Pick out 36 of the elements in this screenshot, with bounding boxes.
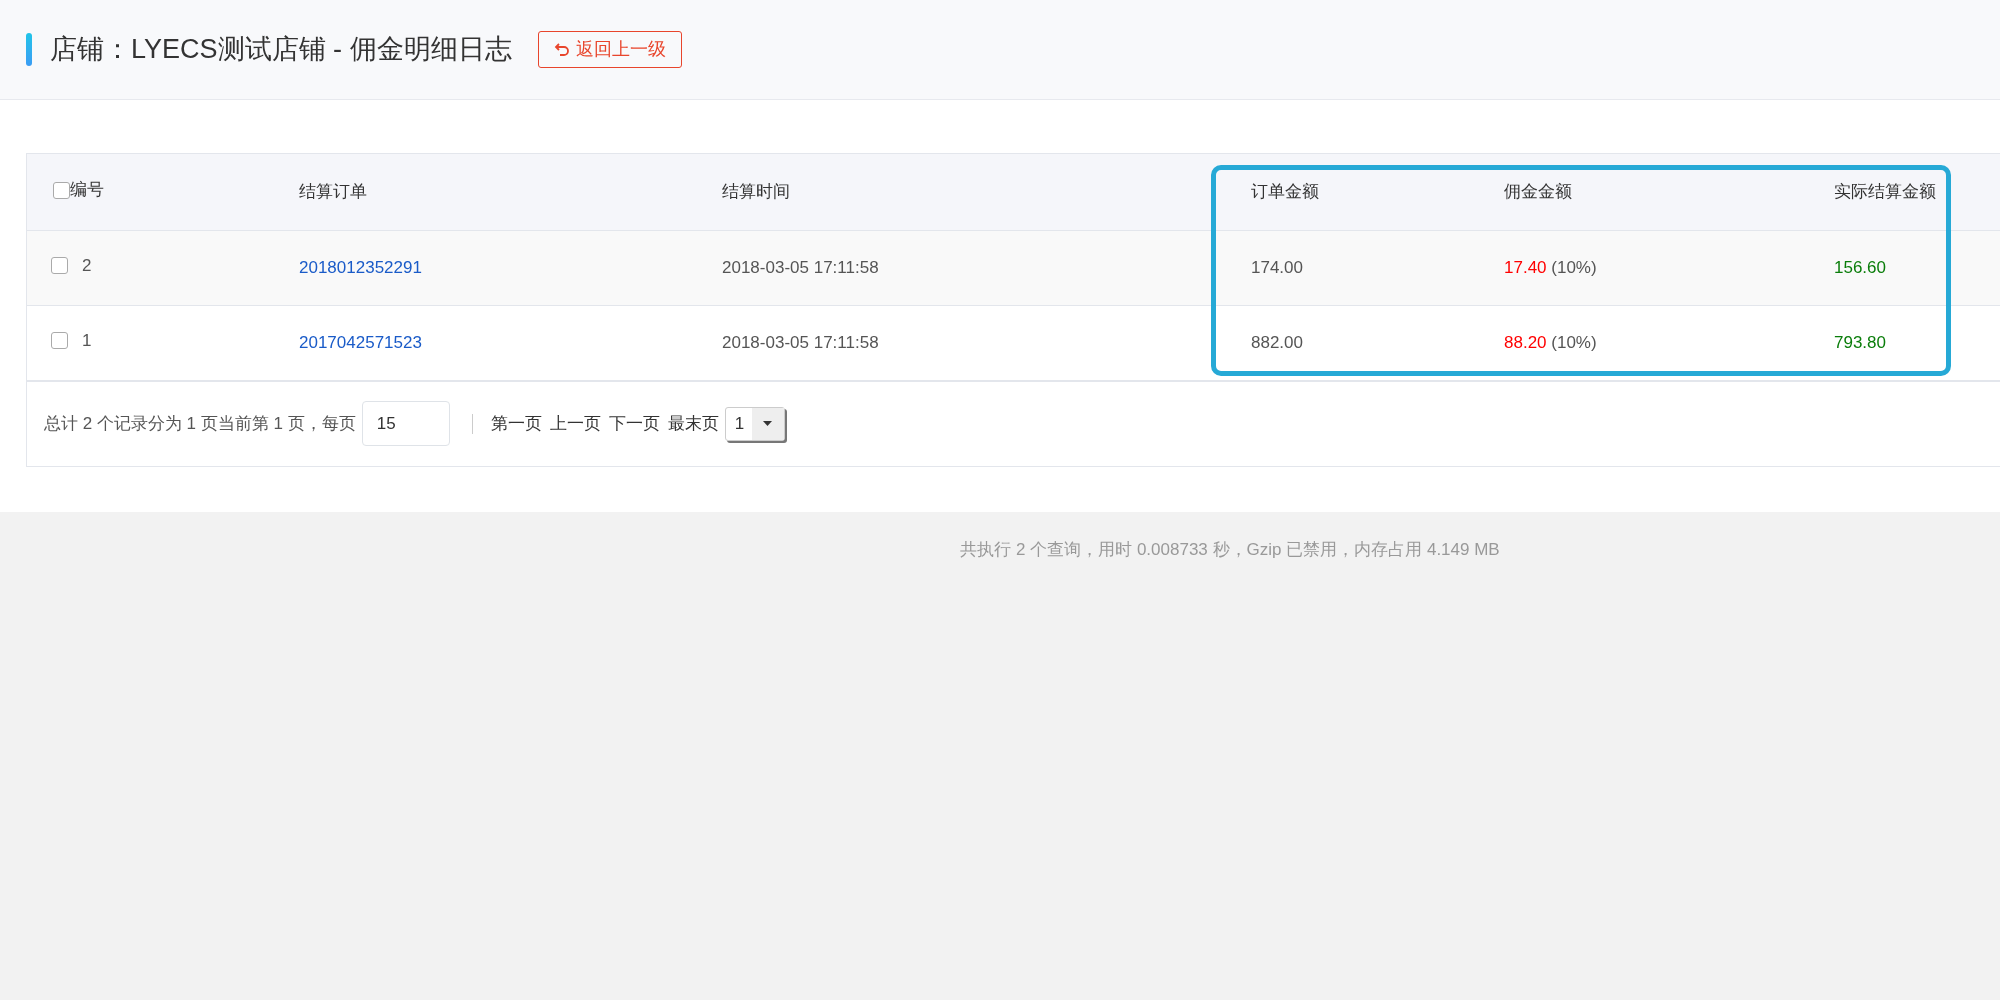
table-cell: 882.00 bbox=[1251, 332, 1303, 352]
column-header: 佣金金额 bbox=[1504, 181, 1572, 203]
page-size-field[interactable]: 15 bbox=[361, 401, 450, 446]
footer-stats: 共执行 2 个查询，用时 0.008733 秒，Gzip 已禁用，内存占用 4.149 MB bbox=[960, 539, 1500, 561]
commission-amount: 17.40 bbox=[1504, 257, 1547, 277]
checkbox[interactable] bbox=[51, 332, 68, 350]
title-accent-bar bbox=[26, 33, 32, 66]
settled-amount: 793.80 bbox=[1834, 332, 1886, 352]
order-link[interactable]: 2018012352291 bbox=[299, 257, 422, 277]
commission-amount: 88.20 bbox=[1504, 332, 1547, 352]
table-cell: 2018-03-05 17:11:58 bbox=[722, 332, 879, 352]
table-cell: 174.00 bbox=[1251, 257, 1303, 277]
pagination-link[interactable]: 第一页 bbox=[490, 410, 542, 437]
commission-rate: (10%) bbox=[1551, 257, 1597, 277]
column-header: 编号 bbox=[70, 179, 104, 202]
pagination-link[interactable]: 上一页 bbox=[549, 410, 601, 437]
table-cell-text: 2 bbox=[82, 255, 92, 278]
column-header: 实际结算金额 bbox=[1834, 181, 1936, 203]
checkbox[interactable] bbox=[53, 181, 70, 199]
page-select[interactable]: 1 bbox=[724, 406, 785, 441]
page-title: 店铺：LYECS测试店铺 - 佣金明细日志 bbox=[50, 33, 512, 67]
undo-icon bbox=[553, 41, 570, 58]
settled-amount: 156.60 bbox=[1834, 257, 1886, 277]
pagination-link[interactable]: 下一页 bbox=[608, 410, 660, 437]
table-cell-text: 1 bbox=[82, 330, 92, 353]
table-cell: 2018-03-05 17:11:58 bbox=[722, 257, 879, 277]
column-header: 订单金额 bbox=[1251, 181, 1319, 203]
order-link[interactable]: 2017042571523 bbox=[299, 332, 422, 352]
commission-rate: (10%) bbox=[1551, 332, 1597, 352]
caret-icon bbox=[763, 421, 773, 426]
pagination-summary: 总计 2 个记录分为 1 页当前第 1 页，每页 bbox=[44, 412, 356, 435]
pagination-link[interactable]: 最末页 bbox=[667, 410, 719, 437]
column-header: 结算时间 bbox=[722, 181, 790, 203]
column-header: 结算订单 bbox=[299, 181, 367, 203]
back-button[interactable]: 返回上一级 bbox=[537, 31, 682, 68]
checkbox[interactable] bbox=[51, 257, 68, 275]
